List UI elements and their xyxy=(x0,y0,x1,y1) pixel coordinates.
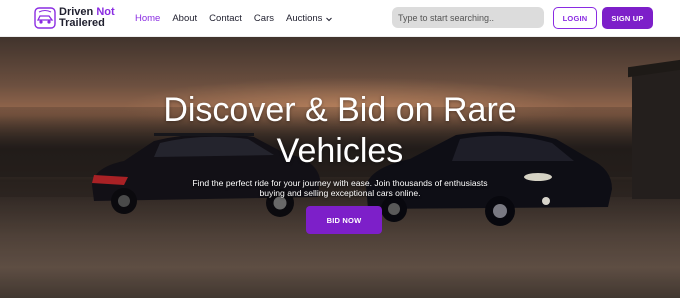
nav-link-auctions[interactable]: Auctions xyxy=(286,12,333,26)
nav-link-cars[interactable]: Cars xyxy=(254,12,274,26)
hero-title: Discover & Bid on Rare Vehicles xyxy=(163,91,517,170)
nav-link-contact[interactable]: Contact xyxy=(209,12,242,26)
main-menu: Home About Contact Cars Auctions xyxy=(135,12,345,26)
chevron-down-icon xyxy=(326,17,333,22)
hero-section: Discover & Bid on Rare Vehicles Find the… xyxy=(0,37,680,298)
nav-link-home[interactable]: Home xyxy=(135,12,160,26)
signup-button[interactable]: SIGN UP xyxy=(602,7,653,29)
brand-name-line2: Trailered xyxy=(59,17,105,29)
bid-now-button[interactable]: BID NOW xyxy=(306,206,382,234)
brand-name: Driven Not Trailered xyxy=(59,7,115,29)
hero-subtitle: Find the perfect ride for your journey w… xyxy=(192,178,488,198)
nav-link-about[interactable]: About xyxy=(172,12,197,26)
brand-logo[interactable]: Driven Not Trailered xyxy=(34,6,116,30)
page: Driven Not Trailered Home About Contact … xyxy=(0,0,680,298)
login-button[interactable]: LOGIN xyxy=(553,7,597,29)
top-nav: Driven Not Trailered Home About Contact … xyxy=(0,0,680,37)
car-logo-icon xyxy=(34,7,56,29)
search-input[interactable] xyxy=(398,7,538,28)
search-box xyxy=(392,7,544,28)
nav-link-auctions-label: Auctions xyxy=(285,13,323,24)
